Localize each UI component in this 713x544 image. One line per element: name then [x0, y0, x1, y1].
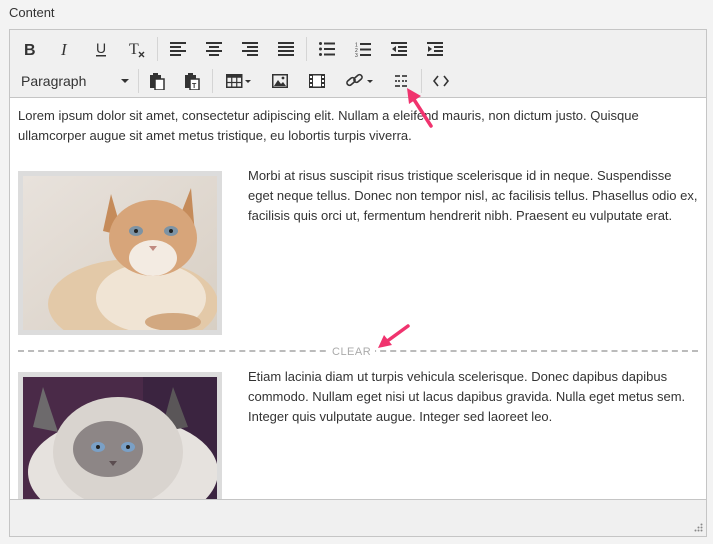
block-format-value: Paragraph: [21, 73, 87, 89]
clear-formatting-button[interactable]: T: [123, 35, 151, 63]
toolbar-separator: [138, 69, 139, 93]
cat-image-1[interactable]: [18, 171, 222, 335]
svg-text:B: B: [24, 42, 36, 57]
content-paragraph: Lorem ipsum dolor sit amet, consectetur …: [18, 108, 639, 143]
outdent-button[interactable]: [385, 35, 413, 63]
align-left-button[interactable]: [164, 35, 192, 63]
numbered-list-button[interactable]: 123: [349, 35, 377, 63]
italic-icon: I: [60, 41, 68, 57]
svg-text:T: T: [129, 41, 139, 58]
toolbar-separator: [212, 69, 213, 93]
bold-button[interactable]: B: [15, 35, 43, 63]
toolbar-separator: [306, 37, 307, 61]
insert-media-button[interactable]: [303, 67, 331, 95]
indent-button[interactable]: [421, 35, 449, 63]
cat-photo: [23, 377, 217, 499]
editor-toolbar: B I U T 1 2 3 Paragraph T: [10, 30, 706, 98]
insert-link-button[interactable]: [340, 67, 380, 95]
paste-button[interactable]: [143, 67, 171, 95]
content-paragraph: Morbi at risus suscipit risus tristique …: [248, 168, 698, 223]
indent-icon: [427, 42, 443, 56]
paste-as-text-button[interactable]: T: [178, 67, 206, 95]
align-right-button[interactable]: [236, 35, 264, 63]
align-center-button[interactable]: [200, 35, 228, 63]
insert-image-button[interactable]: [266, 67, 294, 95]
bullet-list-button[interactable]: [313, 35, 341, 63]
underline-button[interactable]: U: [87, 35, 115, 63]
bold-icon: B: [24, 42, 36, 57]
svg-text:U: U: [96, 40, 106, 56]
block-format-select[interactable]: Paragraph: [15, 68, 131, 94]
chevron-down-icon: [121, 79, 129, 83]
cat-photo: [23, 176, 217, 330]
outdent-icon: [391, 42, 407, 56]
rich-text-editor: B I U T 1 2 3 Paragraph T Lorem ipsum do…: [9, 29, 707, 537]
underline-icon: U: [96, 40, 106, 57]
annotation-arrow-icon: [407, 88, 433, 128]
table-icon: [226, 74, 251, 88]
svg-text:3: 3: [355, 53, 358, 57]
italic-button[interactable]: I: [51, 35, 79, 63]
bullet-list-icon: [319, 42, 335, 56]
svg-text:T: T: [192, 83, 197, 90]
resize-handle-icon[interactable]: [693, 523, 703, 533]
clear-formatting-icon: T: [129, 41, 145, 58]
link-icon: [346, 73, 373, 87]
toolbar-separator: [157, 37, 158, 61]
align-right-icon: [242, 42, 258, 56]
align-left-icon: [170, 42, 186, 56]
annotation-arrow-icon: [378, 324, 410, 348]
content-field-label: Content: [9, 5, 55, 20]
paste-icon: [150, 72, 165, 90]
editor-content-area[interactable]: Lorem ipsum dolor sit amet, consectetur …: [10, 98, 706, 499]
clear-label: CLEAR: [328, 342, 376, 362]
content-paragraph: Etiam lacinia diam ut turpis vehicula sc…: [248, 369, 686, 424]
table-button[interactable]: [219, 67, 259, 95]
image-icon: [272, 74, 288, 88]
editor-statusbar: [10, 499, 706, 536]
align-center-icon: [206, 42, 222, 56]
align-justify-button[interactable]: [272, 35, 300, 63]
media-icon: [309, 74, 325, 88]
paste-text-icon: T: [185, 72, 200, 90]
svg-text:I: I: [60, 41, 68, 57]
align-justify-icon: [278, 42, 294, 56]
cat-image-2[interactable]: [18, 372, 222, 499]
numbered-list-icon: 123: [355, 42, 371, 57]
